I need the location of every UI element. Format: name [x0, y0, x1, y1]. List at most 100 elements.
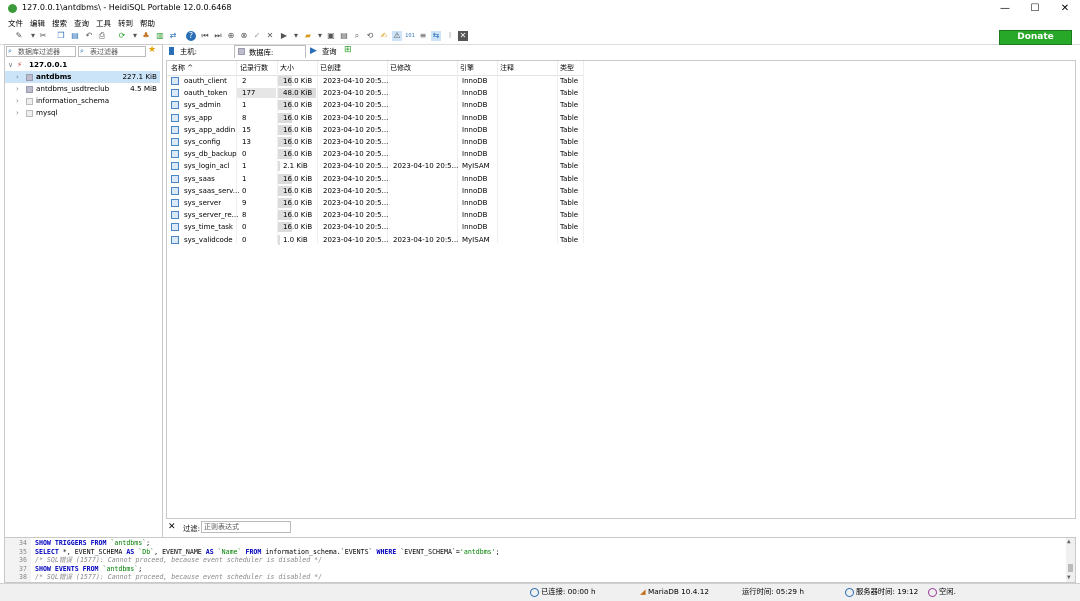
- cell-size[interactable]: 2.1 KiB: [283, 160, 308, 172]
- table-filter-input[interactable]: 表过滤器: [78, 46, 146, 57]
- cell-name[interactable]: sys_validcode: [184, 234, 233, 246]
- run-icon[interactable]: ▶: [279, 31, 289, 41]
- cell-name[interactable]: sys_app: [184, 112, 212, 124]
- export-icon[interactable]: ▥: [155, 31, 165, 41]
- dropdown-icon[interactable]: ▾: [315, 31, 325, 41]
- table-row[interactable]: sys_app_addin 15 16.0 KiB 2023-04-10 20:5..…: [167, 124, 583, 136]
- cell-name[interactable]: sys_saas_serv...: [184, 185, 239, 197]
- cell-type[interactable]: Table: [560, 75, 578, 87]
- column-header[interactable]: 注释: [500, 63, 514, 74]
- column-header[interactable]: 名称 ^: [171, 63, 193, 74]
- table-row[interactable]: sys_time_task 0 16.0 KiB 2023-04-10 20:5...…: [167, 221, 583, 233]
- cell-created[interactable]: 2023-04-10 20:5...: [323, 160, 388, 172]
- table-row[interactable]: sys_saas 1 16.0 KiB 2023-04-10 20:5... InnoD…: [167, 173, 583, 185]
- cell-type[interactable]: Table: [560, 99, 578, 111]
- print-icon[interactable]: ⎙: [97, 31, 107, 41]
- cell-engine[interactable]: InnoDB: [462, 197, 487, 209]
- scroll-up-icon[interactable]: ▲: [1067, 538, 1071, 545]
- cell-type[interactable]: Table: [560, 148, 578, 160]
- cell-type[interactable]: Table: [560, 160, 578, 172]
- warning-icon[interactable]: ⚠: [392, 31, 402, 41]
- sql-log[interactable]: 34 SHOW TRIGGERS FROM `antdbms`; 35 SELECT …: [4, 537, 1076, 583]
- tree-db-node[interactable]: › antdbms_usdtreclub 4.5 MiB: [5, 83, 160, 95]
- cell-size[interactable]: 16.0 KiB: [283, 197, 312, 209]
- cell-created[interactable]: 2023-04-10 20:5...: [323, 234, 388, 246]
- table-row[interactable]: sys_app 8 16.0 KiB 2023-04-10 20:5... InnoDB…: [167, 112, 583, 124]
- cell-type[interactable]: Table: [560, 87, 578, 99]
- brush-icon[interactable]: ✍: [379, 31, 389, 41]
- cell-created[interactable]: 2023-04-10 20:5...: [323, 112, 388, 124]
- column-header[interactable]: 大小: [280, 63, 294, 74]
- cell-modified[interactable]: 2023-04-10 20:5...: [393, 234, 458, 246]
- cell-size[interactable]: 48.0 KiB: [283, 87, 312, 99]
- table-row[interactable]: sys_login_acl 1 2.1 KiB 2023-04-10 20:5... 2…: [167, 160, 583, 172]
- scroll-thumb[interactable]: [1068, 564, 1073, 572]
- cell-name[interactable]: sys_app_addin: [184, 124, 235, 136]
- cell-created[interactable]: 2023-04-10 20:5...: [323, 185, 388, 197]
- column-header[interactable]: 已修改: [390, 63, 411, 74]
- cell-engine[interactable]: InnoDB: [462, 221, 487, 233]
- cell-engine[interactable]: InnoDB: [462, 99, 487, 111]
- more-icon[interactable]: ⁝: [445, 31, 455, 41]
- cell-created[interactable]: 2023-04-10 20:5...: [323, 221, 388, 233]
- cell-engine[interactable]: InnoDB: [462, 148, 487, 160]
- tab-host[interactable]: 主机: 127.0.0.1: [166, 45, 232, 69]
- cell-size[interactable]: 16.0 KiB: [283, 185, 312, 197]
- cell-size[interactable]: 16.0 KiB: [283, 221, 312, 233]
- cell-engine[interactable]: InnoDB: [462, 124, 487, 136]
- undo-icon[interactable]: ↶: [84, 31, 94, 41]
- column-header[interactable]: 已创建: [320, 63, 341, 74]
- filter-input[interactable]: 正则表达式: [201, 521, 291, 533]
- cell-rows[interactable]: 0: [242, 234, 246, 246]
- dropdown-icon[interactable]: ▾: [130, 31, 140, 41]
- cell-rows[interactable]: 0: [242, 185, 246, 197]
- cell-type[interactable]: Table: [560, 197, 578, 209]
- user-manager-icon[interactable]: ♣: [141, 31, 151, 41]
- table-row[interactable]: sys_server 9 16.0 KiB 2023-04-10 20:5... Inn…: [167, 197, 583, 209]
- cell-name[interactable]: sys_server: [184, 197, 221, 209]
- tree-server-node[interactable]: ∨ ⚡ 127.0.0.1: [5, 59, 160, 71]
- column-header[interactable]: 引擎: [460, 63, 474, 74]
- cell-rows[interactable]: 1: [242, 160, 246, 172]
- cell-size[interactable]: 16.0 KiB: [283, 99, 312, 111]
- menu-goto[interactable]: 转到: [118, 18, 133, 29]
- cell-size[interactable]: 16.0 KiB: [283, 136, 312, 148]
- cell-rows[interactable]: 0: [242, 148, 246, 160]
- refresh-icon[interactable]: ⟳: [117, 31, 127, 41]
- dropdown-icon[interactable]: ▾: [291, 31, 301, 41]
- cell-rows[interactable]: 0: [242, 221, 246, 233]
- cell-type[interactable]: Table: [560, 185, 578, 197]
- cell-created[interactable]: 2023-04-10 20:5...: [323, 136, 388, 148]
- cell-created[interactable]: 2023-04-10 20:5...: [323, 99, 388, 111]
- cell-type[interactable]: Table: [560, 209, 578, 221]
- cell-rows[interactable]: 1: [242, 173, 246, 185]
- column-header[interactable]: 类型: [560, 63, 574, 74]
- menu-file[interactable]: 文件: [8, 18, 23, 29]
- cell-name[interactable]: oauth_client: [184, 75, 227, 87]
- star-icon[interactable]: ★: [148, 45, 156, 55]
- tree-db-node[interactable]: › information_schema: [5, 95, 160, 107]
- delete-icon[interactable]: ⊗: [239, 31, 249, 41]
- cell-created[interactable]: 2023-04-10 20:5...: [323, 75, 388, 87]
- cell-rows[interactable]: 9: [242, 197, 246, 209]
- cell-type[interactable]: Table: [560, 136, 578, 148]
- cell-type[interactable]: Table: [560, 112, 578, 124]
- cell-created[interactable]: 2023-04-10 20:5...: [323, 197, 388, 209]
- help-icon[interactable]: ?: [186, 31, 196, 41]
- cell-name[interactable]: sys_admin: [184, 99, 221, 111]
- cell-size[interactable]: 16.0 KiB: [283, 124, 312, 136]
- cell-engine[interactable]: InnoDB: [462, 87, 487, 99]
- table-row[interactable]: sys_admin 1 16.0 KiB 2023-04-10 20:5... Inno…: [167, 99, 583, 111]
- close-filter-icon[interactable]: ✕: [168, 522, 176, 532]
- cell-type[interactable]: Table: [560, 173, 578, 185]
- tab-database[interactable]: 数据库: antdbms: [234, 45, 306, 70]
- cell-size[interactable]: 16.0 KiB: [283, 112, 312, 124]
- connect-icon[interactable]: ✎: [14, 31, 24, 41]
- add-icon[interactable]: ⊕: [226, 31, 236, 41]
- cell-rows[interactable]: 1: [242, 99, 246, 111]
- column-header[interactable]: 记录行数: [240, 63, 268, 74]
- find-icon[interactable]: ⌕: [352, 31, 362, 41]
- table-row[interactable]: sys_db_backup 0 16.0 KiB 2023-04-10 20:5...…: [167, 148, 583, 160]
- wrap-icon[interactable]: ≡: [418, 31, 428, 41]
- cell-engine[interactable]: InnoDB: [462, 112, 487, 124]
